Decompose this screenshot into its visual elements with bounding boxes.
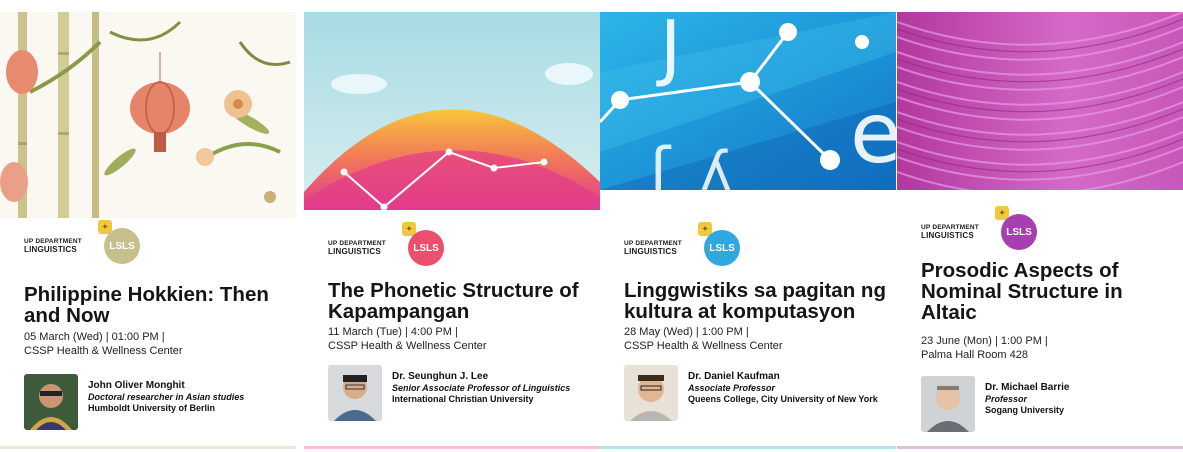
speaker-institution: Queens College, City University of New Y… (688, 394, 878, 404)
banner-lanterns-bamboo (0, 12, 296, 218)
svg-text:ʃ: ʃ (648, 135, 672, 190)
event-card-hokkien[interactable]: UP DEPARTMENT LINGUISTICS ✦ LSLS Philipp… (0, 0, 296, 452)
card-divider (304, 446, 600, 449)
speaker-role: Senior Associate Professor of Linguistic… (392, 383, 571, 393)
lsls-badge: LSLS (704, 230, 740, 266)
svg-text:ʎ: ʎ (700, 140, 732, 190)
event-title: Prosodic Aspects of Nominal Structure in… (921, 259, 1123, 324)
speaker-photo (24, 374, 78, 430)
logo-row: UP DEPARTMENT LINGUISTICS ✦ LSLS (624, 222, 824, 270)
speaker-role: Associate Professor (688, 383, 776, 393)
speaker-block: John Oliver Monghit Doctoral researcher … (24, 374, 289, 430)
banner-mountain-chart (304, 12, 600, 210)
card-divider (0, 446, 296, 449)
speaker-institution: Humboldt University of Berlin (88, 403, 216, 413)
speaker-institution: International Christian University (392, 394, 534, 404)
speaker-photo (328, 365, 382, 421)
event-venue: CSSP Health & Wellness Center (624, 340, 783, 352)
event-datetime: 05 March (Wed) | 01:00 PM | CSSP Health … (24, 330, 289, 358)
department-logo: UP DEPARTMENT LINGUISTICS (24, 238, 82, 254)
speaker-photo (624, 365, 678, 421)
event-venue: CSSP Health & Wellness Center (328, 340, 487, 352)
lsls-badge: LSLS (408, 230, 444, 266)
speaker-role: Doctoral researcher in Asian studies (88, 392, 245, 402)
event-date: 23 June (Mon) | 1:00 PM | (921, 335, 1048, 347)
speaker-name: Dr. Daniel Kaufman (688, 371, 780, 382)
event-card-altaic[interactable]: UP DEPARTMENT LINGUISTICS ✦ LSLS Prosodi… (897, 0, 1183, 452)
lsls-badge: LSLS (1001, 214, 1037, 250)
event-title: Philippine Hokkien: Then and Now (24, 283, 269, 327)
banner-network-graph: J ʃ ʎ e (600, 12, 896, 190)
card-divider (897, 446, 1183, 449)
banner-purple-stripes (897, 12, 1183, 190)
speaker-block: Dr. Daniel Kaufman Associate Professor Q… (624, 365, 889, 421)
logo-row: UP DEPARTMENT LINGUISTICS ✦ LSLS (921, 206, 1121, 254)
event-datetime: 28 May (Wed) | 1:00 PM | CSSP Health & W… (624, 325, 889, 353)
speaker-photo (921, 376, 975, 432)
department-logo: UP DEPARTMENT LINGUISTICS (328, 240, 386, 256)
card-divider (600, 446, 896, 449)
speaker-name: John Oliver Monghit (88, 380, 185, 391)
svg-text:J: J (656, 12, 681, 89)
speaker-block: Dr. Michael Barrie Professor Sogang Univ… (921, 376, 1183, 432)
event-date: 28 May (Wed) | 1:00 PM | (624, 326, 749, 338)
event-date: 11 March (Tue) | 4:00 PM | (328, 326, 458, 338)
speaker-role: Professor (985, 394, 1028, 404)
speaker-institution: Sogang University (985, 405, 1065, 415)
event-title: The Phonetic Structure of Kapampangan (328, 279, 579, 323)
event-card-kapampangan[interactable]: UP DEPARTMENT LINGUISTICS ✦ LSLS The Pho… (304, 0, 600, 452)
event-datetime: 11 March (Tue) | 4:00 PM | CSSP Health &… (328, 325, 593, 353)
event-card-linggwistiks[interactable]: J ʃ ʎ e UP DEPARTMENT LINGUISTICS ✦ LSLS… (600, 0, 896, 452)
speaker-block: Dr. Seunghun J. Lee Senior Associate Pro… (328, 365, 593, 421)
event-datetime: 23 June (Mon) | 1:00 PM | Palma Hall Roo… (921, 334, 1183, 362)
svg-text:e: e (850, 84, 896, 182)
event-venue: CSSP Health & Wellness Center (24, 345, 183, 357)
event-venue: Palma Hall Room 428 (921, 349, 1028, 361)
logo-row: UP DEPARTMENT LINGUISTICS ✦ LSLS (24, 220, 224, 268)
event-date: 05 March (Wed) | 01:00 PM | (24, 331, 165, 343)
department-logo: UP DEPARTMENT LINGUISTICS (921, 224, 979, 240)
lsls-badge: LSLS (104, 228, 140, 264)
speaker-name: Dr. Michael Barrie (985, 382, 1070, 393)
department-logo: UP DEPARTMENT LINGUISTICS (624, 240, 682, 256)
event-title: Linggwistiks sa pagitan ng kultura at ko… (624, 279, 886, 323)
speaker-name: Dr. Seunghun J. Lee (392, 371, 489, 382)
logo-row: UP DEPARTMENT LINGUISTICS ✦ LSLS (328, 222, 528, 270)
